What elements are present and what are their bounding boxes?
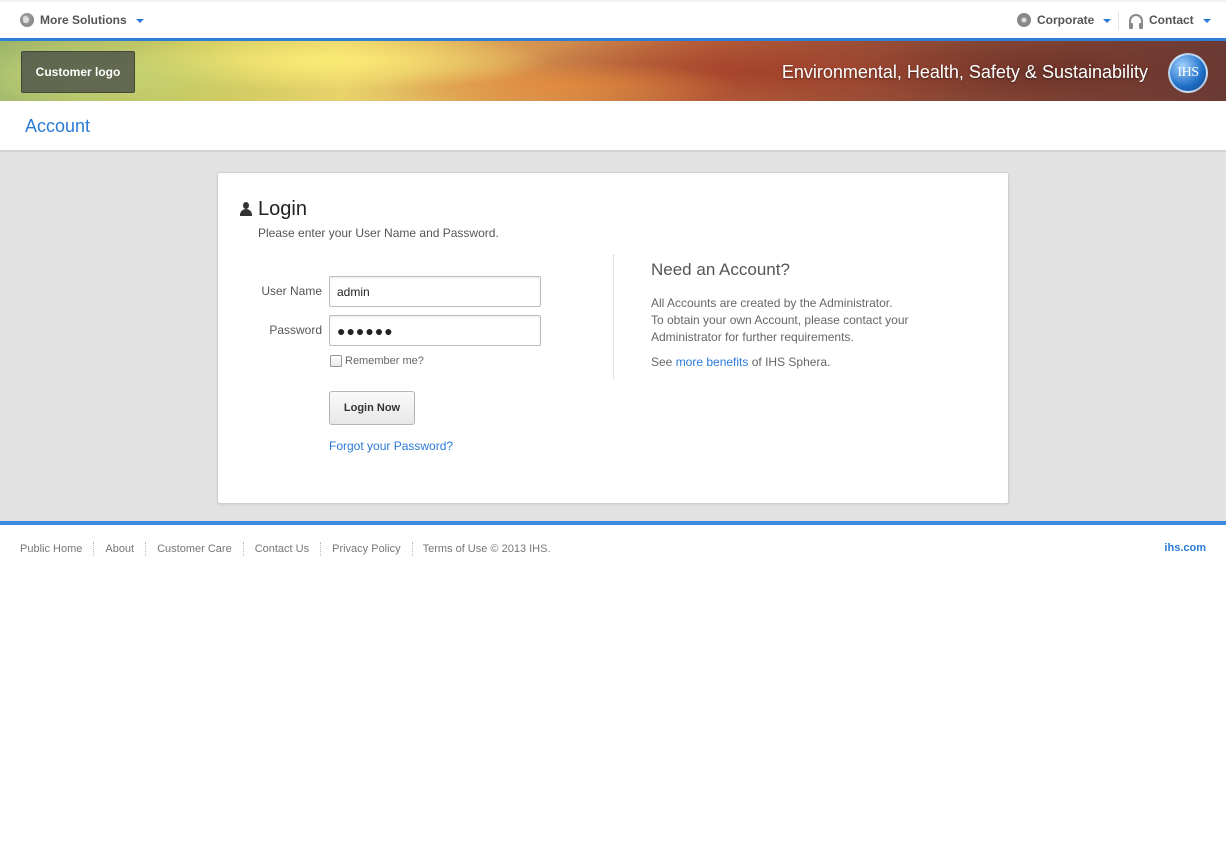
login-heading: Login — [258, 198, 307, 220]
password-field[interactable] — [329, 315, 541, 346]
page-title: Account — [25, 116, 91, 136]
topbar-divider — [1118, 12, 1119, 30]
customer-logo[interactable]: Customer logo — [21, 51, 135, 93]
username-label: User Name — [261, 284, 322, 298]
footer-link-public-home[interactable]: Public Home — [20, 542, 93, 556]
headset-icon — [1129, 13, 1143, 29]
contact-label: Contact — [1149, 13, 1194, 27]
contact-menu[interactable]: Contact — [1129, 13, 1211, 29]
top-utility-bar: More Solutions Corporate Contact — [0, 0, 1226, 38]
login-now-button[interactable]: Login Now — [329, 391, 415, 425]
more-solutions-label: More Solutions — [40, 13, 127, 27]
chevron-down-icon — [1103, 19, 1112, 23]
footer-links: Public Home About Customer Care Contact … — [20, 542, 551, 556]
corporate-label: Corporate — [1037, 13, 1095, 27]
need-account-heading: Need an Account? — [651, 260, 790, 279]
header-banner: Customer logo Environmental, Health, Saf… — [0, 38, 1226, 101]
ihs-logo[interactable]: IHS — [1168, 53, 1208, 93]
need-account-line2: To obtain your own Account, please conta… — [651, 313, 909, 344]
remember-me-checkbox[interactable] — [330, 355, 342, 367]
user-icon — [239, 202, 253, 216]
benefits-suffix: of IHS Sphera. — [748, 355, 831, 369]
ihs-home-link[interactable]: ihs.com — [1164, 542, 1206, 554]
footer-link-contact-us[interactable]: Contact Us — [242, 542, 320, 556]
benefits-prefix: See — [651, 355, 676, 369]
forgot-password-link[interactable]: Forgot your Password? — [329, 439, 453, 453]
remember-me-label: Remember me? — [345, 355, 424, 367]
need-account-text: All Accounts are created by the Administ… — [651, 295, 951, 346]
username-field[interactable] — [329, 276, 541, 307]
more-solutions-menu[interactable]: More Solutions — [20, 13, 144, 27]
login-subtitle: Please enter your User Name and Password… — [258, 226, 499, 240]
banner-title: Environmental, Health, Safety & Sustaina… — [781, 62, 1148, 82]
more-benefits-link[interactable]: more benefits — [676, 355, 749, 369]
footer: Public Home About Customer Care Contact … — [0, 521, 1226, 849]
footer-link-customer-care[interactable]: Customer Care — [145, 542, 243, 556]
globe-icon — [20, 13, 34, 27]
password-label: Password — [269, 323, 322, 337]
panel-divider — [613, 255, 614, 379]
benefits-text: See more benefits of IHS Sphera. — [651, 355, 830, 369]
need-account-line1: All Accounts are created by the Administ… — [651, 296, 893, 310]
login-panel: Login Please enter your User Name and Pa… — [217, 172, 1009, 504]
corporate-menu[interactable]: Corporate — [1017, 13, 1112, 27]
footer-link-privacy-policy[interactable]: Privacy Policy — [320, 542, 411, 556]
account-header: Account — [0, 101, 1226, 152]
corporate-icon — [1017, 13, 1031, 27]
chevron-down-icon — [135, 19, 144, 23]
chevron-down-icon — [1202, 19, 1211, 23]
footer-terms[interactable]: Terms of Use © 2013 IHS. — [411, 542, 551, 556]
footer-link-about[interactable]: About — [93, 542, 145, 556]
